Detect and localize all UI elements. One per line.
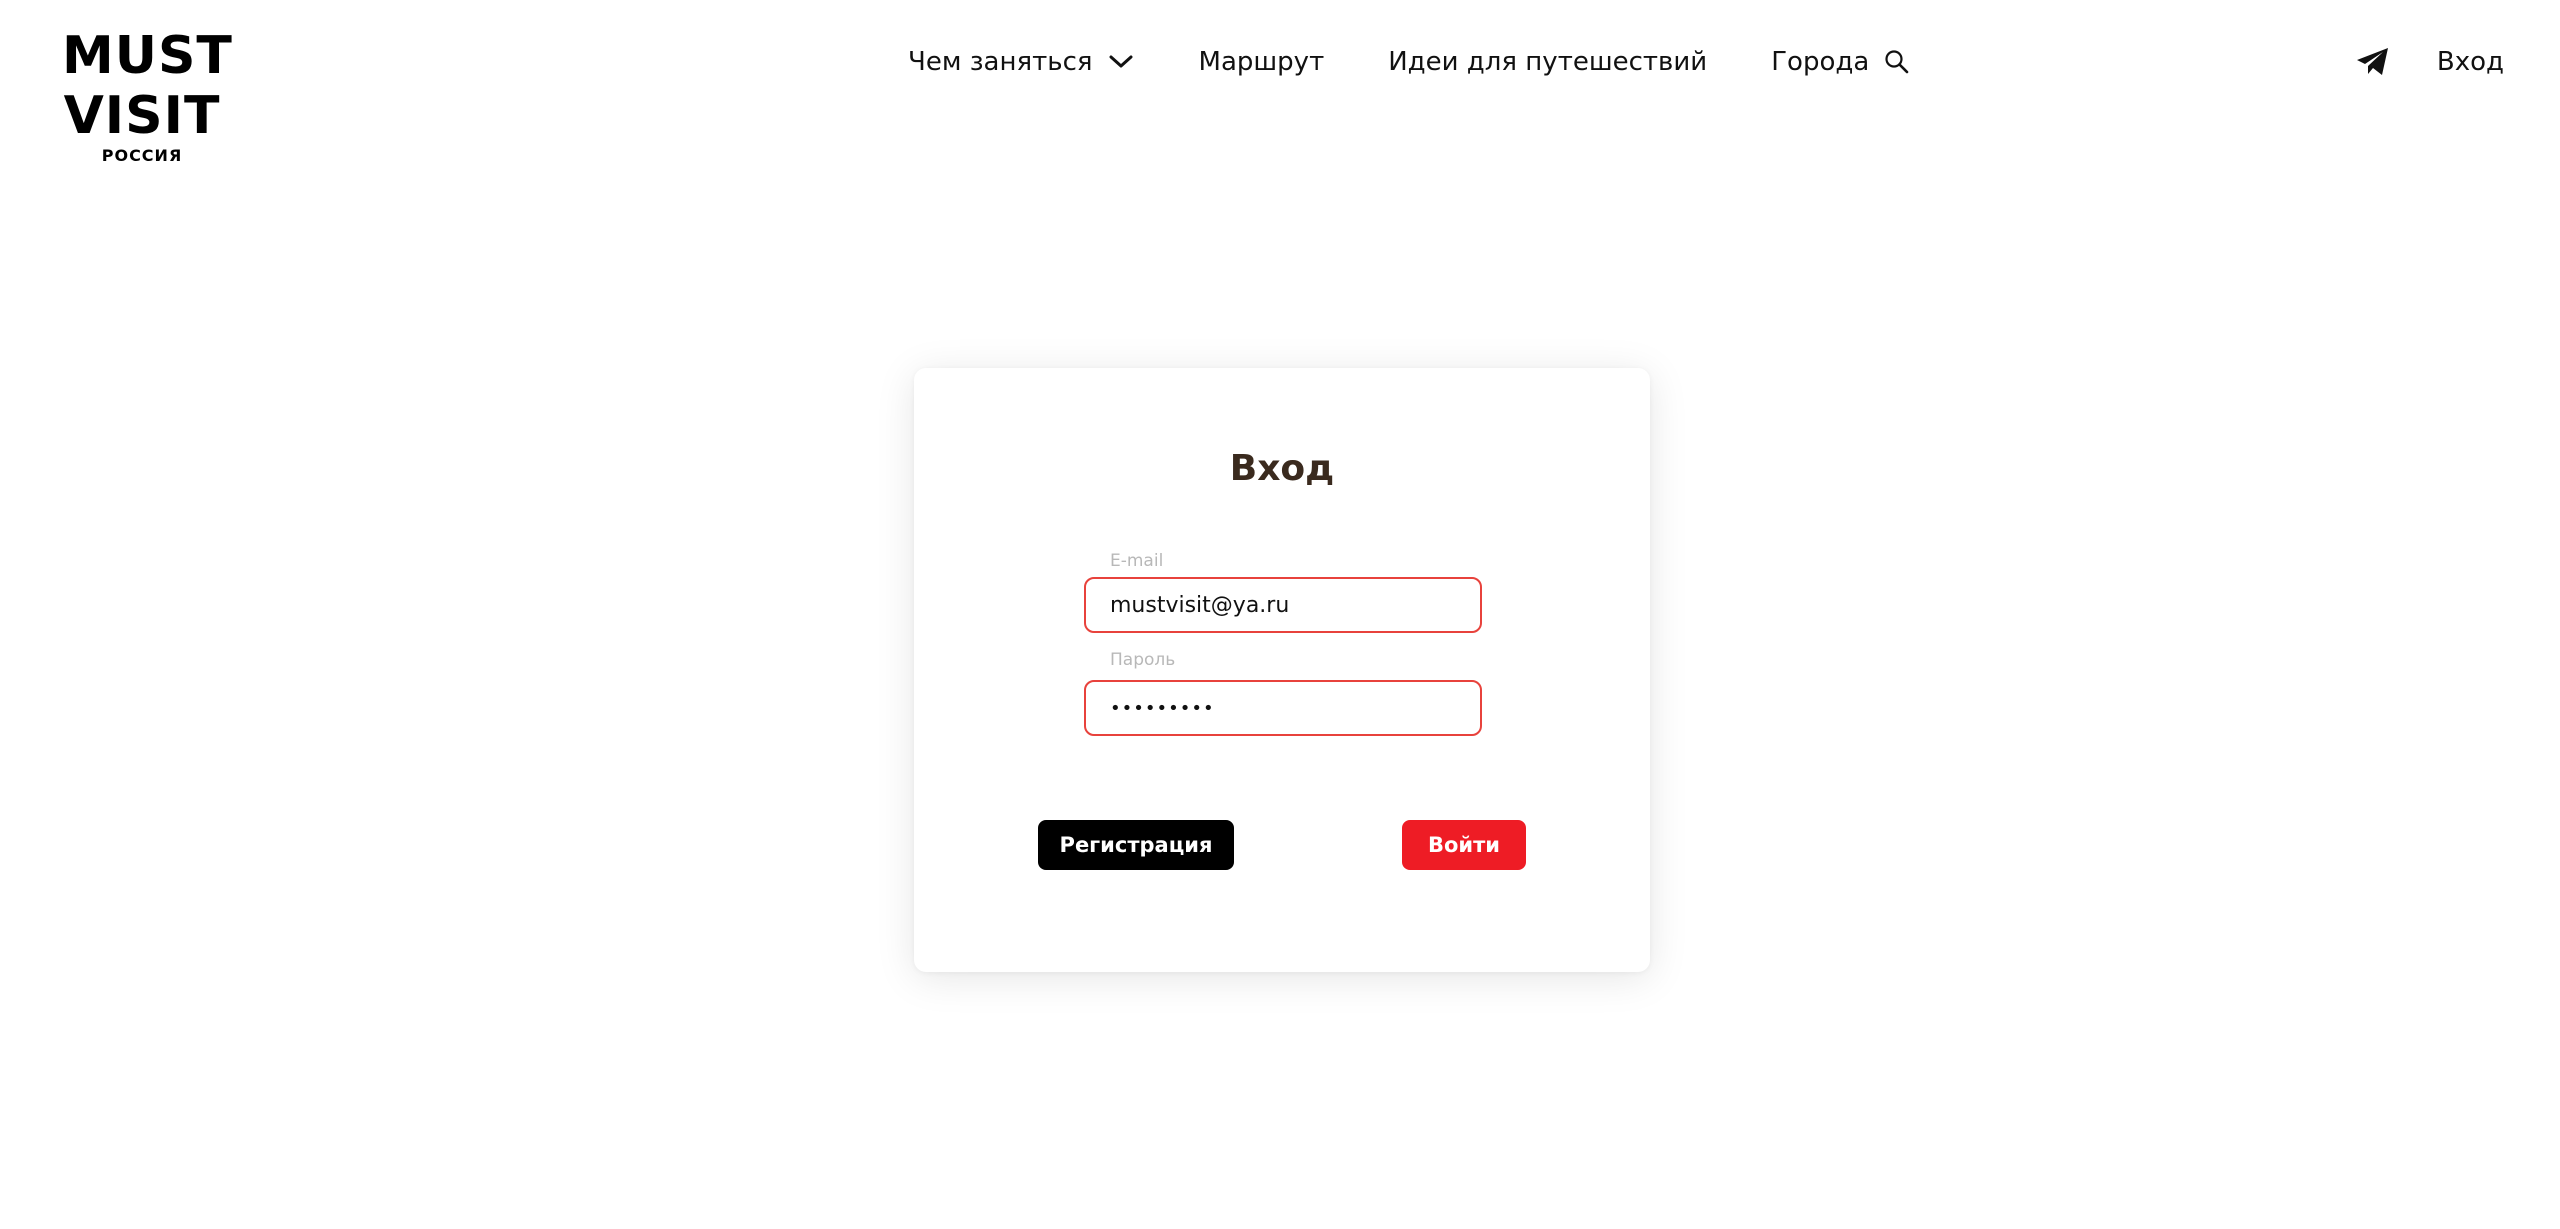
login-submit-button[interactable]: Войти: [1402, 820, 1526, 870]
nav-item-label: Чем заняться: [908, 47, 1093, 77]
nav-item-travel-ideas[interactable]: Идеи для путешествий: [1388, 47, 1707, 77]
email-label: E-mail: [1110, 551, 1164, 571]
site-logo[interactable]: MUST VISIT РОССИЯ: [62, 26, 233, 166]
email-field[interactable]: [1084, 577, 1482, 633]
register-button[interactable]: Регистрация: [1038, 820, 1234, 870]
logo-subtitle: РОССИЯ: [101, 146, 183, 165]
chevron-down-icon: [1107, 48, 1135, 76]
telegram-icon[interactable]: [2355, 44, 2391, 80]
main-nav: Чем заняться Маршрут Идеи для путешестви…: [908, 42, 1911, 82]
login-card: Вход E-mail Пароль Регистрация Войти: [914, 368, 1650, 972]
nav-item-what-to-do[interactable]: Чем заняться: [908, 47, 1135, 77]
logo-line-visit: VISIT: [63, 86, 221, 146]
header-actions: Вход: [2355, 42, 2504, 82]
password-input[interactable]: [1110, 697, 1456, 719]
nav-item-label: Города: [1771, 47, 1870, 77]
site-header: MUST VISIT РОССИЯ Чем заняться Маршрут И…: [0, 0, 2560, 180]
login-title: Вход: [1229, 448, 1335, 489]
search-icon[interactable]: [1883, 48, 1911, 76]
nav-item-label: Идеи для путешествий: [1388, 47, 1708, 77]
password-label: Пароль: [1110, 650, 1176, 670]
nav-item-cities[interactable]: Города: [1771, 47, 1911, 77]
password-field[interactable]: [1084, 680, 1482, 736]
header-login-link[interactable]: Вход: [2437, 47, 2504, 77]
logo-line-must: MUST: [62, 26, 233, 86]
email-input[interactable]: [1110, 592, 1456, 618]
nav-item-label: Маршрут: [1198, 47, 1325, 77]
nav-item-route[interactable]: Маршрут: [1199, 47, 1325, 77]
